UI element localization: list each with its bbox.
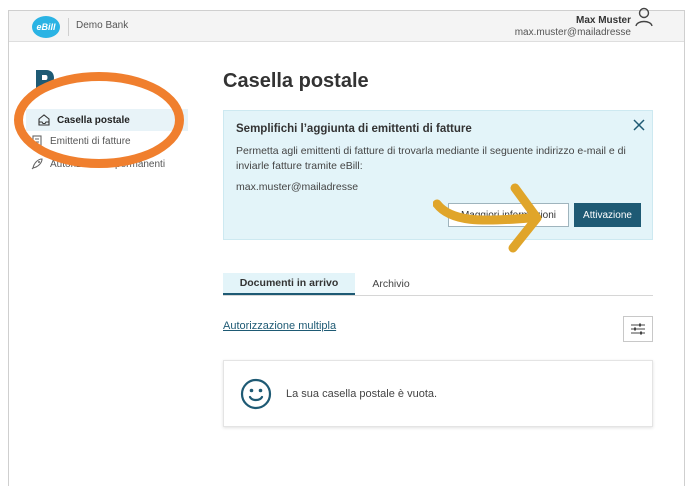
- sliders-icon: [631, 323, 645, 335]
- ebill-logo[interactable]: eBill: [32, 16, 60, 38]
- filter-button[interactable]: [623, 316, 653, 342]
- rocket-icon: [31, 158, 43, 170]
- activation-button[interactable]: Attivazione: [574, 203, 641, 227]
- top-bar: eBill Demo Bank Max Muster max.muster@ma…: [9, 11, 684, 42]
- user-name: Max Muster: [575, 15, 631, 26]
- page-title: Casella postale: [223, 70, 369, 92]
- multi-authorization-link[interactable]: Autorizzazione multipla: [223, 320, 336, 332]
- annotation-highlight-ring: [14, 72, 184, 168]
- bank-name: Demo Bank: [76, 20, 129, 31]
- annotation-arrow-icon: [433, 183, 542, 253]
- tabs-divider: [223, 295, 653, 296]
- header-divider: [68, 18, 69, 36]
- user-email: max.muster@mailadresse: [514, 27, 631, 38]
- tab-archivio[interactable]: Archivio: [360, 273, 422, 295]
- empty-state-message: La sua casella postale è vuota.: [286, 388, 438, 400]
- info-banner-title: Semplifichi l’aggiunta di emittenti di f…: [236, 123, 472, 135]
- info-banner-text: Permetta agli emittenti di fatture di tr…: [236, 145, 626, 172]
- tab-documenti-in-arrivo[interactable]: Documenti in arrivo: [223, 273, 355, 295]
- smiley-icon: [240, 378, 272, 410]
- info-banner-email: max.muster@mailadresse: [236, 181, 359, 193]
- user-icon[interactable]: [633, 6, 655, 28]
- empty-state-card: La sua casella postale è vuota.: [223, 360, 653, 427]
- close-icon[interactable]: [631, 117, 647, 133]
